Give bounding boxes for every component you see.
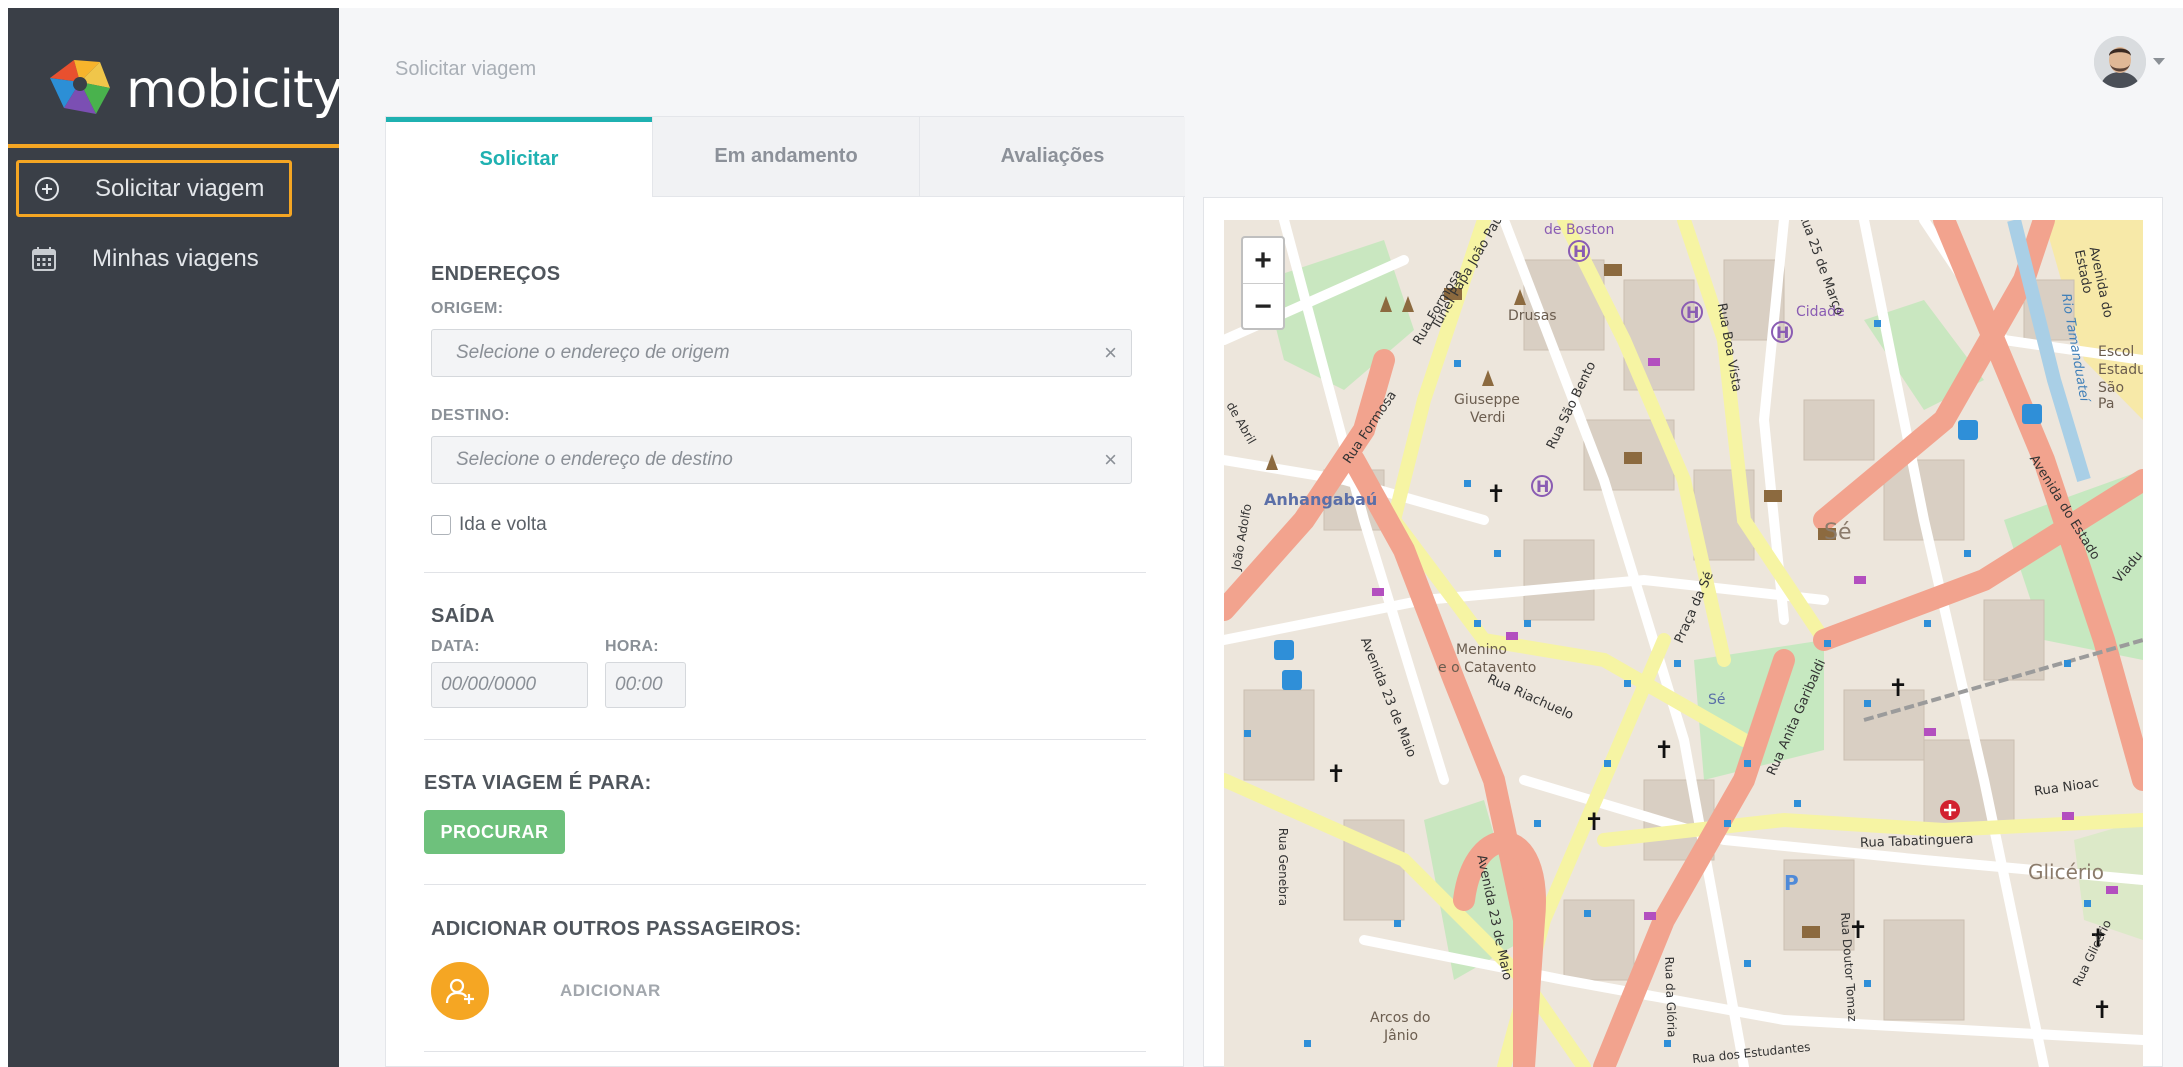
clear-origin-icon[interactable]: × bbox=[1104, 340, 1117, 366]
svg-text:✝: ✝ bbox=[1584, 808, 1604, 836]
origin-placeholder: Selecione o endereço de origem bbox=[456, 342, 730, 363]
tab-avaliacoes[interactable]: Avaliações bbox=[919, 117, 1185, 197]
svg-text:H: H bbox=[1573, 242, 1586, 261]
destination-label: DESTINO: bbox=[431, 407, 510, 424]
time-placeholder: 00:00 bbox=[615, 674, 663, 695]
map-label-se-square: Sé bbox=[1708, 692, 1726, 708]
sidebar-item-solicitar-viagem[interactable]: Solicitar viagem bbox=[16, 160, 292, 217]
calendar-icon bbox=[28, 243, 60, 275]
clear-destination-icon[interactable]: × bbox=[1104, 447, 1117, 473]
map-label-sao-pa: São Pa bbox=[2098, 380, 2125, 412]
map-label-rua-da-gloria: Rua da Glória bbox=[1662, 956, 1679, 1038]
sidebar-item-minhas-viagens[interactable]: Minhas viagens bbox=[16, 230, 292, 287]
svg-text:✝: ✝ bbox=[1888, 674, 1908, 702]
zoom-in-button[interactable]: + bbox=[1243, 238, 1283, 283]
map-label-estadu: Estadu bbox=[2098, 362, 2143, 378]
map-label-de-boston: de Boston bbox=[1544, 222, 1615, 238]
map-label-se-district: Sé bbox=[1824, 520, 1852, 545]
passengers-section-title: ADICIONAR OUTROS PASSAGEIROS: bbox=[431, 918, 802, 940]
sidebar: mobicity Solicitar viagem Minhas viagens bbox=[8, 8, 343, 1067]
destination-input[interactable]: Selecione o endereço de destino × bbox=[431, 436, 1132, 484]
mobicity-logo-icon bbox=[50, 60, 110, 114]
date-placeholder: 00/00/0000 bbox=[441, 674, 537, 695]
map-label-verdi: Verdi bbox=[1470, 410, 1506, 426]
sidebar-item-label: Solicitar viagem bbox=[95, 174, 265, 202]
svg-text:✝: ✝ bbox=[1486, 480, 1506, 508]
round-trip-row: Ida e volta bbox=[431, 514, 547, 536]
svg-text:✝: ✝ bbox=[1654, 736, 1674, 764]
plus-circle-icon bbox=[31, 173, 63, 205]
add-passenger-button[interactable] bbox=[431, 962, 489, 1020]
zoom-out-button[interactable]: − bbox=[1243, 284, 1283, 329]
map-label-drusas: Drusas bbox=[1508, 308, 1557, 324]
date-label: DATA: bbox=[431, 638, 480, 655]
tab-solicitar[interactable]: Solicitar bbox=[386, 117, 652, 197]
map-label-glicerio: Glicério bbox=[2028, 860, 2104, 884]
divider bbox=[424, 884, 1146, 885]
brand-name: mobicity bbox=[126, 60, 343, 120]
svg-text:✝: ✝ bbox=[1326, 760, 1346, 788]
divider bbox=[424, 572, 1146, 573]
svg-text:H: H bbox=[1776, 323, 1789, 342]
map-label-catavento: e o Catavento bbox=[1438, 660, 1537, 676]
sidebar-item-label: Minhas viagens bbox=[92, 244, 259, 272]
map-label-rua-genebra: Rua Genebra bbox=[1276, 827, 1291, 907]
map-label-anhangabau: Anhangabaú bbox=[1264, 490, 1378, 509]
brand-header: mobicity bbox=[8, 8, 343, 148]
add-passenger-label[interactable]: ADICIONAR bbox=[560, 981, 661, 1001]
origin-input[interactable]: Selecione o endereço de origem × bbox=[431, 329, 1132, 377]
search-button[interactable]: PROCURAR bbox=[424, 810, 565, 854]
user-photo-icon bbox=[2094, 36, 2146, 88]
time-input[interactable]: 00:00 bbox=[605, 662, 686, 708]
svg-text:✝: ✝ bbox=[2092, 996, 2112, 1024]
trip-request-panel: Solicitar Em andamento Avaliações ENDERE… bbox=[385, 116, 1185, 1067]
time-label: HORA: bbox=[605, 638, 659, 655]
destination-placeholder: Selecione o endereço de destino bbox=[456, 449, 733, 470]
add-user-icon bbox=[445, 978, 474, 1004]
svg-text:H: H bbox=[1536, 477, 1549, 496]
date-input[interactable]: 00/00/0000 bbox=[431, 662, 588, 708]
divider bbox=[424, 739, 1146, 740]
map-label-menino: Menino bbox=[1456, 642, 1507, 658]
departure-section-title: SAÍDA bbox=[431, 605, 495, 627]
breadcrumb: Solicitar viagem bbox=[395, 58, 537, 80]
map-label-janio: Jânio bbox=[1384, 1028, 1419, 1044]
round-trip-label: Ida e volta bbox=[459, 514, 547, 535]
chevron-down-icon[interactable] bbox=[2153, 58, 2165, 65]
map-label-giuseppe: Giuseppe bbox=[1454, 392, 1520, 408]
trip-for-section-title: ESTA VIAGEM É PARA: bbox=[424, 772, 652, 794]
tab-em-andamento[interactable]: Em andamento bbox=[652, 117, 919, 197]
tab-bar: Solicitar Em andamento Avaliações bbox=[386, 117, 1185, 197]
map-label-arcos-do: Arcos do bbox=[1370, 1010, 1431, 1026]
svg-text:H: H bbox=[1686, 303, 1699, 322]
divider bbox=[424, 1051, 1146, 1052]
map-zoom-control: + − bbox=[1241, 236, 1285, 330]
svg-text:P: P bbox=[1784, 871, 1799, 895]
round-trip-checkbox[interactable] bbox=[431, 515, 451, 535]
map-label-escol: Escol bbox=[2098, 344, 2135, 360]
user-avatar[interactable] bbox=[2094, 36, 2146, 88]
addresses-section-title: ENDEREÇOS bbox=[431, 263, 561, 285]
origin-label: ORIGEM: bbox=[431, 300, 504, 317]
map-view[interactable]: ✝ ✝ ✝ ✝ ✝ ✝ ✝ ✝ H H H H P Anhangabaú Sé … bbox=[1224, 220, 2143, 1067]
